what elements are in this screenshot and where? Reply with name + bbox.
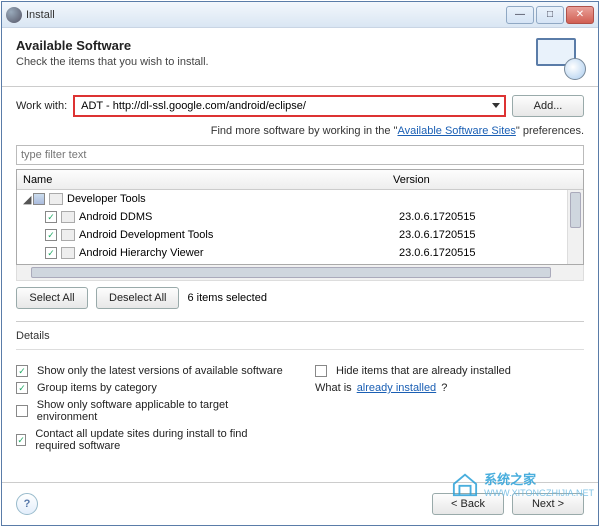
group-checkbox[interactable] (33, 193, 45, 205)
tree-group[interactable]: ◢ Developer Tools (17, 190, 583, 208)
tree-header: Name Version (17, 170, 583, 190)
deselect-all-button[interactable]: Deselect All (96, 287, 179, 309)
divider (16, 321, 584, 322)
eclipse-icon (6, 7, 22, 23)
select-all-button[interactable]: Select All (16, 287, 88, 309)
tree-item[interactable]: Android Hierarchy Viewer 23.0.6.1720515 (17, 244, 583, 262)
group-by-category-checkbox[interactable] (16, 382, 28, 394)
vertical-scrollbar[interactable] (567, 190, 583, 264)
close-button[interactable]: ✕ (566, 6, 594, 24)
item-checkbox[interactable] (45, 247, 57, 259)
page-title: Available Software (16, 38, 536, 53)
details-label: Details (16, 330, 584, 342)
watermark-logo-icon (450, 471, 480, 497)
col-version[interactable]: Version (387, 174, 583, 186)
feature-icon (61, 229, 75, 241)
window-title: Install (26, 9, 506, 21)
minimize-button[interactable]: — (506, 6, 534, 24)
work-with-combo[interactable]: ADT - http://dl-ssl.google.com/android/e… (73, 95, 506, 117)
only-applicable-checkbox[interactable] (16, 405, 28, 417)
wizard-header: Available Software Check the items that … (2, 28, 598, 87)
watermark: 系统之家 WWW.XITONGZHIJIA.NET (450, 469, 594, 498)
hide-installed-checkbox[interactable] (315, 365, 327, 377)
selection-count: 6 items selected (187, 292, 266, 304)
add-button[interactable]: Add... (512, 95, 584, 117)
titlebar[interactable]: Install — □ ✕ (2, 2, 598, 28)
install-icon (536, 38, 584, 78)
page-subtitle: Check the items that you wish to install… (16, 56, 536, 68)
details-box (16, 344, 584, 350)
item-checkbox[interactable] (45, 229, 57, 241)
feature-icon (61, 211, 75, 223)
tree-item[interactable]: Android DDMS 23.0.6.1720515 (17, 208, 583, 226)
filter-input[interactable] (16, 145, 584, 165)
category-icon (49, 193, 63, 205)
tree-item[interactable]: Android Development Tools 23.0.6.1720515 (17, 226, 583, 244)
software-sites-hint: Find more software by working in the "Av… (16, 125, 584, 137)
horizontal-scrollbar[interactable] (16, 265, 584, 281)
col-name[interactable]: Name (17, 174, 387, 186)
chevron-down-icon (492, 103, 500, 108)
available-software-sites-link[interactable]: Available Software Sites (397, 125, 515, 137)
software-tree[interactable]: Name Version ◢ Developer Tools Android D… (16, 169, 584, 265)
already-installed-link[interactable]: already installed (357, 382, 437, 394)
contact-all-checkbox[interactable] (16, 434, 26, 446)
help-icon[interactable]: ? (16, 493, 38, 515)
maximize-button[interactable]: □ (536, 6, 564, 24)
expand-icon[interactable]: ◢ (23, 193, 33, 206)
install-window: Install — □ ✕ Available Software Check t… (1, 1, 599, 526)
work-with-label: Work with: (16, 100, 67, 112)
show-latest-checkbox[interactable] (16, 365, 28, 377)
already-installed-hint: What is already installed? (315, 382, 584, 394)
feature-icon (61, 247, 75, 259)
work-with-value: ADT - http://dl-ssl.google.com/android/e… (81, 100, 306, 112)
item-checkbox[interactable] (45, 211, 57, 223)
